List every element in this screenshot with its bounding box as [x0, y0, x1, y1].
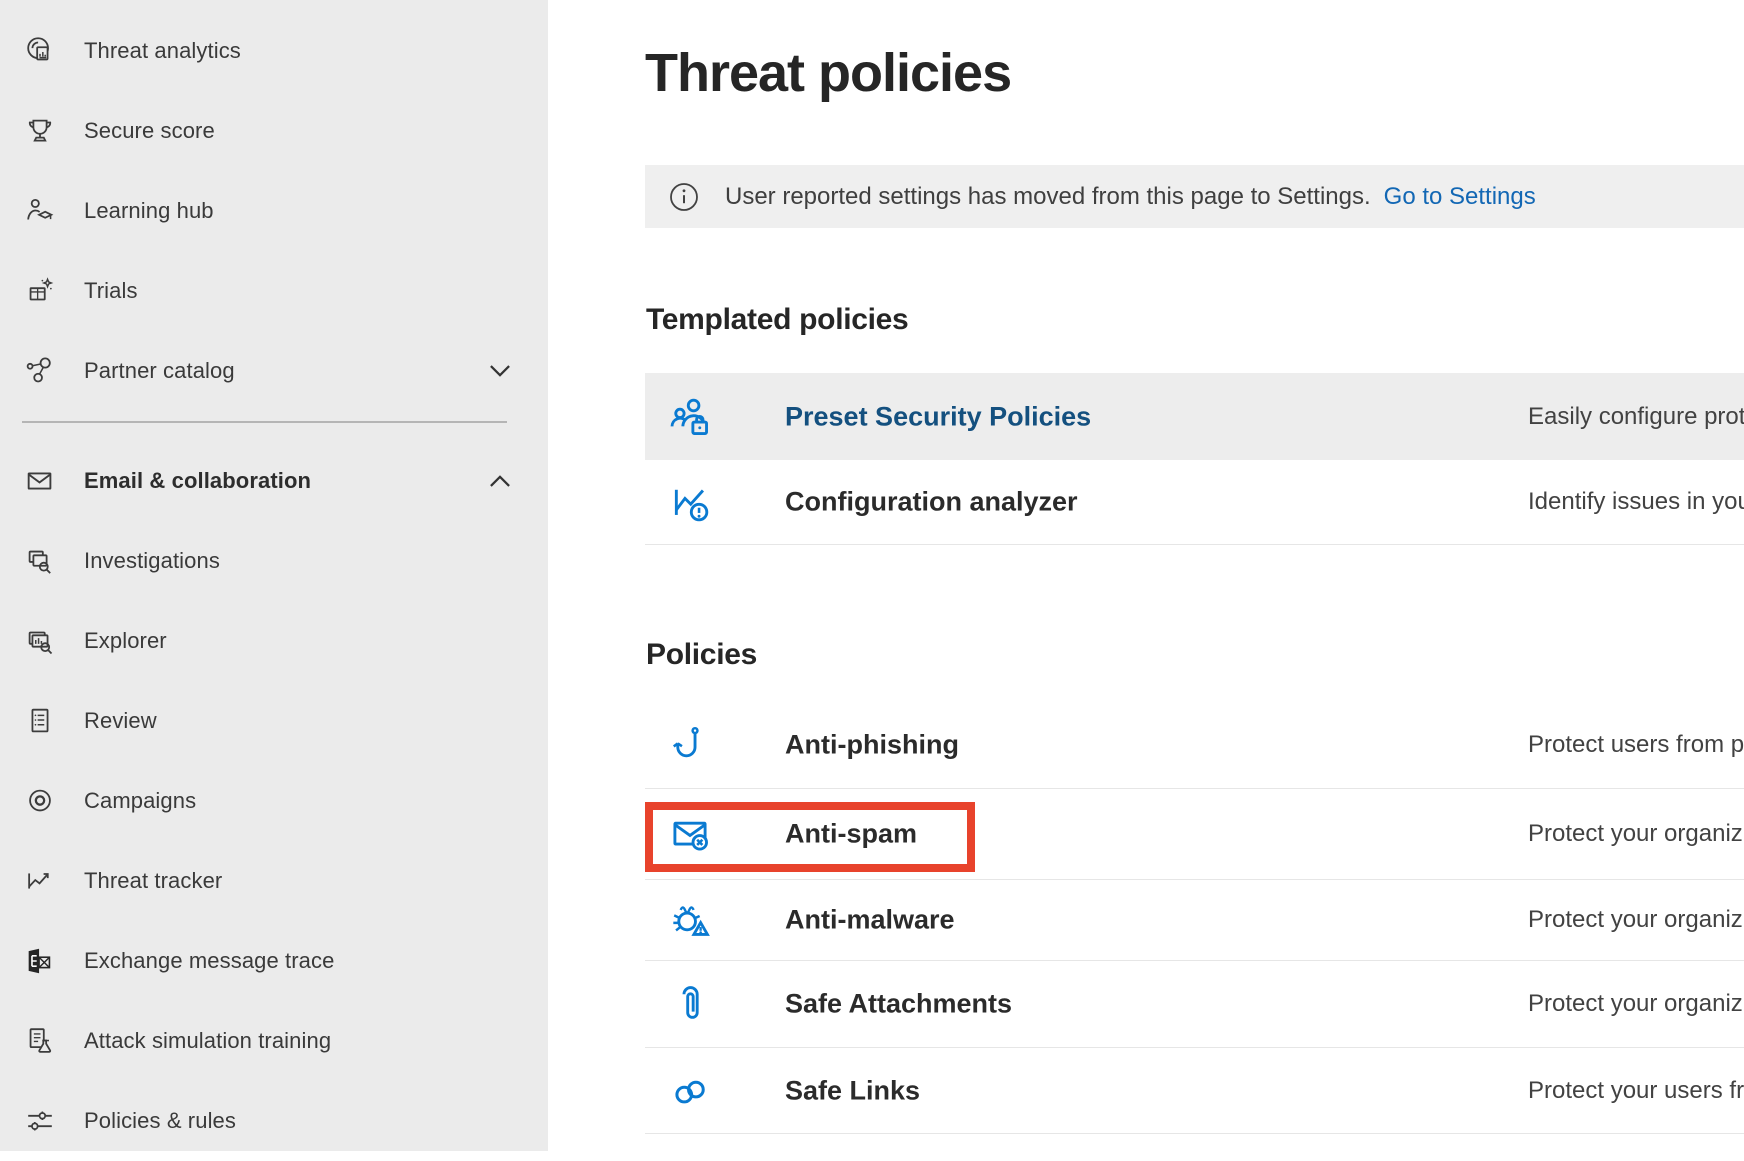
row-label[interactable]: Anti-spam: [785, 819, 917, 850]
sidebar-item-learning-hub[interactable]: Learning hub: [0, 171, 548, 251]
anti-malware-icon: [660, 897, 720, 943]
sidebar-item-label: Email & collaboration: [84, 468, 311, 494]
go-to-settings-link[interactable]: Go to Settings: [1384, 183, 1536, 211]
row-anti-malware[interactable]: Anti-malware Protect your organiz: [645, 880, 1744, 961]
explorer-icon: [22, 623, 58, 659]
configuration-analyzer-icon: [660, 479, 720, 525]
left-navigation: Threat analytics Secure score: [0, 0, 548, 1151]
sidebar-item-label: Review: [84, 708, 157, 734]
page-title: Threat policies: [645, 44, 1011, 103]
info-icon: [669, 182, 699, 212]
sidebar-item-label: Investigations: [84, 548, 220, 574]
safe-attachments-icon: [660, 981, 720, 1027]
exchange-message-trace-icon: [22, 943, 58, 979]
sidebar-item-explorer[interactable]: Explorer: [0, 601, 548, 681]
sidebar-item-label: Exchange message trace: [84, 948, 334, 974]
sidebar-item-label: Trials: [84, 278, 138, 304]
sidebar-item-label: Partner catalog: [84, 358, 235, 384]
sidebar-item-label: Policies & rules: [84, 1108, 236, 1134]
row-configuration-analyzer[interactable]: Configuration analyzer Identify issues i…: [645, 460, 1744, 545]
row-label[interactable]: Safe Attachments: [785, 989, 1012, 1020]
sidebar-item-email-collaboration[interactable]: Email & collaboration: [0, 441, 548, 521]
sidebar-item-exchange-message-trace[interactable]: Exchange message trace: [0, 921, 548, 1001]
row-anti-spam[interactable]: Anti-spam Protect your organiz: [645, 789, 1744, 880]
threat-tracker-icon: [22, 863, 58, 899]
review-icon: [22, 703, 58, 739]
row-anti-phishing[interactable]: Anti-phishing Protect users from p: [645, 702, 1744, 789]
sidebar-item-secure-score[interactable]: Secure score: [0, 91, 548, 171]
sidebar-item-attack-simulation-training[interactable]: Attack simulation training: [0, 1001, 548, 1081]
trials-icon: [22, 273, 58, 309]
sidebar-item-label: Explorer: [84, 628, 167, 654]
sidebar-item-trials[interactable]: Trials: [0, 251, 548, 331]
sidebar-item-label: Campaigns: [84, 788, 196, 814]
row-label[interactable]: Safe Links: [785, 1075, 920, 1106]
row-description: Protect users from p: [1528, 731, 1744, 759]
anti-phishing-icon: [660, 722, 720, 768]
sidebar-item-campaigns[interactable]: Campaigns: [0, 761, 548, 841]
sidebar-item-investigations[interactable]: Investigations: [0, 521, 548, 601]
attack-simulation-icon: [22, 1023, 58, 1059]
banner-message: User reported settings has moved from th…: [725, 183, 1371, 211]
row-description: Protect your organiz: [1528, 906, 1743, 934]
section-heading-policies: Policies: [646, 638, 757, 672]
learning-hub-icon: [22, 193, 58, 229]
row-safe-links[interactable]: Safe Links Protect your users fr: [645, 1048, 1744, 1134]
row-safe-attachments[interactable]: Safe Attachments Protect your organiz: [645, 961, 1744, 1048]
policies-rules-icon: [22, 1103, 58, 1139]
row-description: Protect your organiz: [1528, 990, 1743, 1018]
row-label[interactable]: Preset Security Policies: [785, 401, 1091, 432]
chevron-down-icon[interactable]: [487, 364, 513, 378]
sidebar-item-threat-tracker[interactable]: Threat tracker: [0, 841, 548, 921]
section-heading-templated-policies: Templated policies: [646, 303, 908, 337]
sidebar-item-label: Threat tracker: [84, 868, 222, 894]
sidebar-item-label: Learning hub: [84, 198, 214, 224]
chevron-up-icon[interactable]: [487, 474, 513, 488]
investigations-icon: [22, 543, 58, 579]
email-collaboration-icon: [22, 463, 58, 499]
row-label[interactable]: Anti-phishing: [785, 730, 959, 761]
row-preset-security-policies[interactable]: Preset Security Policies Easily configur…: [645, 373, 1744, 460]
info-banner: User reported settings has moved from th…: [645, 165, 1744, 228]
sidebar-item-threat-analytics[interactable]: Threat analytics: [0, 11, 548, 91]
partner-catalog-icon: [22, 353, 58, 389]
sidebar-item-policies-rules[interactable]: Policies & rules: [0, 1081, 548, 1161]
sidebar-item-partner-catalog[interactable]: Partner catalog: [0, 331, 548, 411]
row-description: Identify issues in you: [1528, 488, 1744, 516]
sidebar-divider: [22, 421, 507, 423]
threat-analytics-icon: [22, 33, 58, 69]
row-description: Easily configure prot: [1528, 403, 1744, 431]
sidebar-item-label: Threat analytics: [84, 38, 241, 64]
campaigns-icon: [22, 783, 58, 819]
secure-score-icon: [22, 113, 58, 149]
row-label[interactable]: Configuration analyzer: [785, 487, 1078, 518]
row-description: Protect your users fr: [1528, 1077, 1744, 1105]
sidebar-item-review[interactable]: Review: [0, 681, 548, 761]
preset-security-policies-icon: [660, 394, 720, 440]
anti-spam-icon: [660, 811, 720, 857]
row-label[interactable]: Anti-malware: [785, 905, 955, 936]
row-description: Protect your organiz: [1528, 820, 1743, 848]
main-content: Threat policies User reported settings h…: [548, 0, 1744, 1151]
safe-links-icon: [660, 1068, 720, 1114]
sidebar-item-label: Attack simulation training: [84, 1028, 331, 1054]
sidebar-item-label: Secure score: [84, 118, 215, 144]
